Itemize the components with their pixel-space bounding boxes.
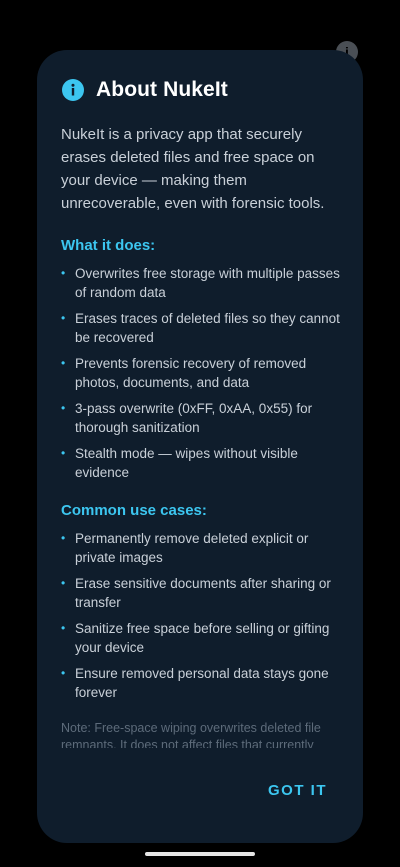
list-item: • Stealth mode — wipes without visible ev…: [61, 444, 341, 482]
intro-text: NukeIt is a privacy app that securely er…: [61, 126, 325, 212]
dialog-title: About NukeIt: [96, 78, 228, 101]
bullet-icon: •: [61, 356, 66, 370]
info-icon: [62, 79, 84, 101]
list-item: • Permanently remove deleted explicit or …: [61, 529, 341, 567]
list-item-text: 3-pass overwrite (0xFF, 0xAA, 0x55) for …: [75, 401, 313, 435]
feature-list: • Overwrites free storage with multiple p…: [61, 264, 341, 482]
bullet-icon: •: [61, 446, 66, 460]
bullet-icon: •: [61, 621, 66, 635]
bullet-icon: •: [61, 666, 66, 680]
list-item-text: Permanently remove deleted explicit or p…: [75, 531, 309, 565]
section-heading-use-cases: Common use cases:: [61, 502, 207, 519]
list-item: • Erase sensitive documents after sharing…: [61, 574, 341, 612]
screen: i About NukeIt NukeIt is a privacy app t…: [0, 0, 400, 867]
use-case-list: • Permanently remove deleted explicit or …: [61, 529, 341, 702]
list-item: • Prevents forensic recovery of removed p…: [61, 354, 341, 392]
bullet-icon: •: [61, 576, 66, 590]
home-indicator[interactable]: [145, 852, 255, 856]
section-heading-what-it-does: What it does:: [61, 237, 156, 254]
bullet-icon: •: [61, 266, 66, 280]
list-item: • 3-pass overwrite (0xFF, 0xAA, 0x55) for…: [61, 399, 341, 437]
list-item-text: Prevents forensic recovery of removed ph…: [75, 356, 307, 390]
dialog-header: About NukeIt: [62, 78, 228, 102]
list-item: • Ensure removed personal data stays gone…: [61, 664, 341, 702]
bullet-icon: •: [61, 401, 66, 415]
list-item-text: Overwrites free storage with multiple pa…: [75, 266, 340, 300]
list-item-text: Sanitize free space before selling or gi…: [75, 621, 330, 655]
dialog-content[interactable]: NukeIt is a privacy app that securely er…: [61, 123, 341, 748]
list-item-text: Ensure removed personal data stays gone …: [75, 666, 329, 700]
list-item: • Overwrites free storage with multiple p…: [61, 264, 341, 302]
got-it-button[interactable]: GOT IT: [268, 782, 327, 799]
bullet-icon: •: [61, 531, 66, 545]
list-item: • Sanitize free space before selling or g…: [61, 619, 341, 657]
about-dialog: About NukeIt NukeIt is a privacy app tha…: [37, 50, 363, 843]
list-item-text: Erase sensitive documents after sharing …: [75, 576, 331, 610]
bullet-icon: •: [61, 311, 66, 325]
note-text: Note: Free-space wiping overwrites delet…: [61, 721, 321, 748]
list-item-text: Stealth mode — wipes without visible evi…: [75, 446, 298, 480]
list-item: • Erases traces of deleted files so they …: [61, 309, 341, 347]
list-item-text: Erases traces of deleted files so they c…: [75, 311, 340, 345]
